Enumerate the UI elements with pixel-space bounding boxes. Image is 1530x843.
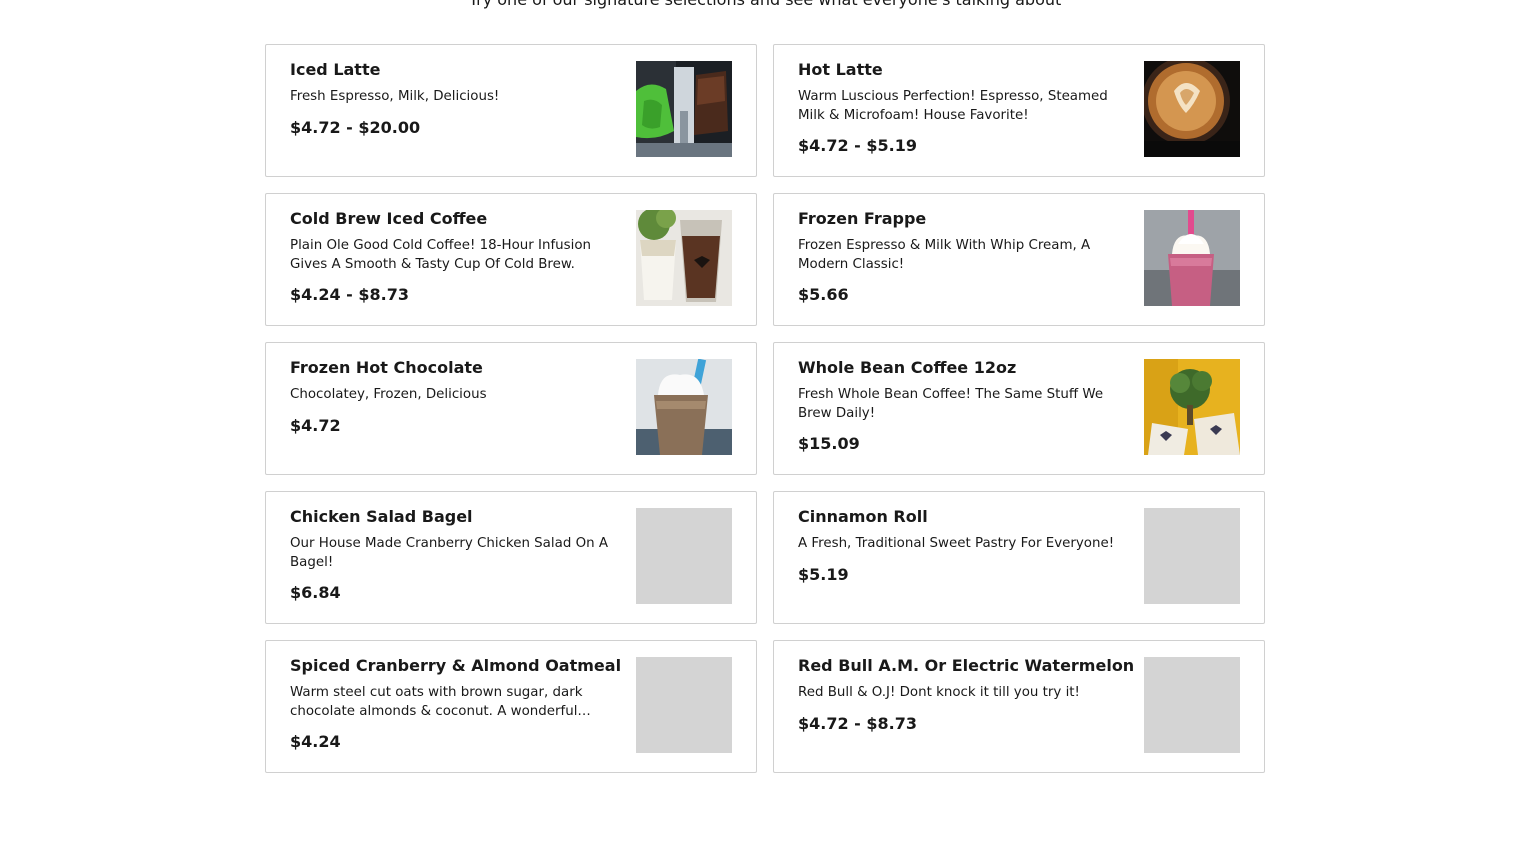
menu-item-card[interactable]: Frozen Frappe Frozen Espresso & Milk Wit… — [773, 193, 1265, 326]
menu-item-name: Red Bull A.M. Or Electric Watermelon — [798, 656, 1135, 675]
menu-item-price: $6.84 — [290, 583, 341, 602]
menu-item-name: Cold Brew Iced Coffee — [290, 209, 488, 228]
menu-item-description: Warm Luscious Perfection! Espresso, Stea… — [798, 89, 1108, 123]
menu-item-card[interactable]: Cold Brew Iced Coffee Plain Ole Good Col… — [265, 193, 757, 326]
image-placeholder — [1144, 508, 1240, 604]
menu-item-description: Fresh Espresso, Milk, Delicious! — [290, 89, 500, 104]
image-placeholder — [636, 508, 732, 604]
menu-item-name: Iced Latte — [290, 60, 381, 79]
image-placeholder — [636, 657, 732, 753]
menu-item-card[interactable]: Hot Latte Warm Luscious Perfection! Espr… — [773, 44, 1265, 177]
menu-grid: Iced Latte Fresh Espresso, Milk, Delicio… — [265, 44, 1265, 773]
menu-item-text: Frozen Hot Chocolate Chocolatey, Frozen,… — [290, 358, 620, 436]
menu-item-description: Red Bull & O.J! Dont knock it till you t… — [798, 685, 1080, 700]
menu-item-card[interactable]: Spiced Cranberry & Almond Oatmeal Warm s… — [265, 640, 757, 773]
menu-item-card[interactable]: Cinnamon Roll A Fresh, Traditional Sweet… — [773, 491, 1265, 624]
menu-item-text: Frozen Frappe Frozen Espresso & Milk Wit… — [798, 209, 1128, 305]
menu-item-price: $5.19 — [798, 564, 849, 584]
frozen-hot-chocolate-photo — [636, 359, 732, 455]
menu-item-name: Frozen Frappe — [798, 209, 927, 228]
menu-item-text: Hot Latte Warm Luscious Perfection! Espr… — [798, 60, 1128, 156]
menu-item-card[interactable]: Chicken Salad Bagel Our House Made Cranb… — [265, 491, 757, 624]
menu-item-description: Frozen Espresso & Milk With Whip Cream, … — [798, 238, 1091, 272]
menu-page: Try one of our signature selections and … — [0, 0, 1530, 843]
menu-item-card[interactable]: Iced Latte Fresh Espresso, Milk, Delicio… — [265, 44, 757, 177]
menu-item-name: Hot Latte — [798, 60, 883, 79]
menu-item-text: Iced Latte Fresh Espresso, Milk, Delicio… — [290, 60, 620, 138]
menu-item-price: $4.72 - $5.19 — [798, 136, 917, 155]
menu-item-name: Chicken Salad Bagel — [290, 507, 473, 526]
menu-item-name: Whole Bean Coffee 12oz — [798, 358, 1017, 377]
menu-item-description: Our House Made Cranberry Chicken Salad O… — [290, 536, 609, 570]
iced-latte-photo — [636, 61, 732, 157]
menu-item-text: Whole Bean Coffee 12oz Fresh Whole Bean … — [798, 358, 1128, 454]
menu-item-card[interactable]: Red Bull A.M. Or Electric Watermelon Red… — [773, 640, 1265, 773]
menu-item-price: $15.09 — [798, 434, 860, 453]
menu-item-description: Warm steel cut oats with brown sugar, da… — [290, 685, 591, 719]
menu-item-name: Cinnamon Roll — [798, 507, 928, 526]
hot-latte-photo — [1144, 61, 1240, 157]
menu-item-card[interactable]: Frozen Hot Chocolate Chocolatey, Frozen,… — [265, 342, 757, 475]
menu-item-text: Cinnamon Roll A Fresh, Traditional Sweet… — [798, 507, 1128, 585]
section-subtitle: Try one of our signature selections and … — [0, 0, 1530, 11]
whole-bean-coffee-photo — [1144, 359, 1240, 455]
menu-item-name: Spiced Cranberry & Almond Oatmeal — [290, 656, 622, 675]
menu-item-text: Red Bull A.M. Or Electric Watermelon Red… — [798, 656, 1135, 734]
menu-item-text: Cold Brew Iced Coffee Plain Ole Good Col… — [290, 209, 620, 305]
menu-item-price: $4.24 - $8.73 — [290, 285, 409, 304]
image-placeholder — [1144, 657, 1240, 753]
menu-item-name: Frozen Hot Chocolate — [290, 358, 483, 377]
menu-item-text: Spiced Cranberry & Almond Oatmeal Warm s… — [290, 656, 622, 752]
menu-item-text: Chicken Salad Bagel Our House Made Cranb… — [290, 507, 620, 603]
menu-item-card[interactable]: Whole Bean Coffee 12oz Fresh Whole Bean … — [773, 342, 1265, 475]
menu-item-description: A Fresh, Traditional Sweet Pastry For Ev… — [798, 536, 1115, 551]
menu-item-price: $4.24 — [290, 732, 341, 751]
menu-item-description: Fresh Whole Bean Coffee! The Same Stuff … — [798, 387, 1104, 421]
menu-item-price: $4.72 — [290, 415, 341, 435]
menu-item-price: $4.72 - $20.00 — [290, 117, 421, 137]
cold-brew-photo — [636, 210, 732, 306]
frozen-frappe-photo — [1144, 210, 1240, 306]
menu-item-description: Chocolatey, Frozen, Delicious — [290, 387, 487, 402]
menu-item-price: $5.66 — [798, 285, 849, 304]
menu-item-description: Plain Ole Good Cold Coffee! 18-Hour Infu… — [290, 238, 592, 272]
menu-item-price: $4.72 - $8.73 — [798, 713, 917, 733]
